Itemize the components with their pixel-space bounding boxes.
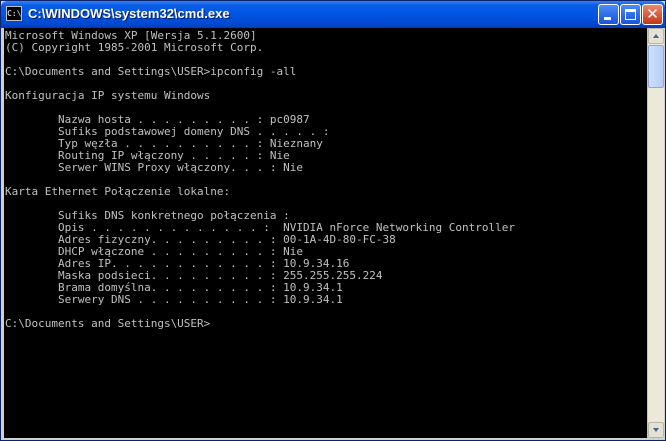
console-line: Serwer WINS Proxy włączony. . . : Nie <box>5 161 304 174</box>
console-line: Konfiguracja IP systemu Windows <box>5 89 211 102</box>
vertical-scrollbar[interactable] <box>647 28 664 438</box>
console-line: C:\Documents and Settings\USER>ipconfig … <box>5 65 297 78</box>
console-line: (C) Copyright 1985-2001 Microsoft Corp. <box>5 41 264 54</box>
window-title: C:\WINDOWS\system32\cmd.exe <box>28 6 230 21</box>
console-line: Karta Ethernet Połączenie lokalne: <box>5 185 231 198</box>
cmd-icon[interactable]: C:\ <box>6 6 22 21</box>
minimize-button[interactable] <box>598 4 619 25</box>
arrow-down-icon <box>653 428 659 432</box>
minimize-icon <box>604 17 611 20</box>
console-text: Microsoft Windows XP [Wersja 5.1.2600] (C… <box>5 30 515 330</box>
console-line: C:\Documents and Settings\USER> <box>5 317 211 330</box>
close-button[interactable]: ✕ <box>642 4 663 25</box>
cmd-window: C:\ C:\WINDOWS\system32\cmd.exe ✕ Micros… <box>0 0 666 441</box>
scrollbar-thumb[interactable] <box>648 45 664 88</box>
scroll-up-button[interactable] <box>648 28 664 44</box>
console-line: Serwery DNS . . . . . . . . . . : 10.9.3… <box>5 293 343 306</box>
maximize-button[interactable] <box>620 4 641 25</box>
title-bar[interactable]: C:\ C:\WINDOWS\system32\cmd.exe ✕ <box>1 1 665 28</box>
maximize-icon <box>625 9 636 20</box>
console-output[interactable]: Microsoft Windows XP [Wersja 5.1.2600] (C… <box>4 28 647 438</box>
close-icon: ✕ <box>646 5 659 23</box>
arrow-up-icon <box>653 34 659 38</box>
scroll-down-button[interactable] <box>648 422 664 438</box>
